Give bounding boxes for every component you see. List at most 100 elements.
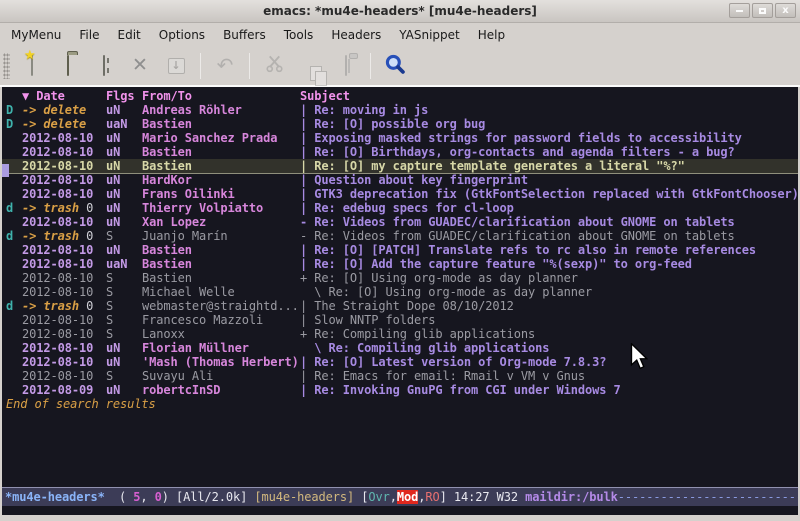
flags-cell: uN [106, 355, 142, 369]
message-date: 2012-08-10 [22, 327, 93, 341]
from-cell: Francesco Mazzoli [142, 313, 300, 327]
copy-button [293, 50, 327, 82]
from-cell: Andreas Röhler [142, 103, 300, 117]
from-cell: robertcInSD [142, 383, 300, 397]
message-row[interactable]: d-> trash 0Swebmaster@straightd...| The … [2, 299, 798, 313]
menu-item-tools[interactable]: Tools [275, 25, 323, 45]
close-button[interactable]: ✕ [123, 50, 157, 82]
from-cell: Juanjo Marín [142, 229, 300, 243]
subject-cell: | Re: [O] my capture template generates … [300, 159, 798, 173]
date-cell: 2012-08-10 [22, 187, 106, 201]
mark-target-suffix: 0 [79, 229, 93, 243]
flags-cell: S [106, 313, 142, 327]
date-cell: 2012-08-10 [22, 271, 106, 285]
titlebar[interactable]: emacs: *mu4e-headers* [mu4e-headers] x [0, 0, 800, 23]
new-file-button[interactable]: ★ [15, 50, 49, 82]
subject-cell: \ Re: Compiling glib applications [300, 341, 798, 355]
message-row[interactable]: d-> trash 0uNThierry Volpiatto| Re: edeb… [2, 201, 798, 215]
message-row[interactable]: 2012-08-10uN'Mash (Thomas Herbert)| Re: … [2, 355, 798, 369]
menu-item-help[interactable]: Help [469, 25, 514, 45]
date-cell: 2012-08-10 [22, 285, 106, 299]
message-row[interactable]: 2012-08-10SSuvayu Ali| Re: Emacs for ema… [2, 369, 798, 383]
message-row[interactable]: 2012-08-10uaNBastien| Re: [O] Add the ca… [2, 257, 798, 271]
mu4e-headers-buffer[interactable]: ▼ Date Flgs From/To Subject D-> deleteuN… [2, 87, 798, 515]
message-row[interactable]: 2012-08-10 uNBastien| Re: [O] [PATCH] Tra… [2, 243, 798, 257]
subject-column-header: Subject [300, 89, 798, 103]
message-row[interactable]: 2012-08-10uNFlorian Müllner \ Re: Compil… [2, 341, 798, 355]
modeline-segment-plain: ) [All/2.0k] [162, 490, 255, 504]
message-row[interactable]: 2012-08-10uNXan Lopez- Re: Videos from G… [2, 215, 798, 229]
maximize-button[interactable] [752, 3, 773, 18]
subject-cell: + Re: Compiling glib applications [300, 327, 798, 341]
message-date: 2012-08-10 [22, 145, 93, 159]
flags-cell: uN [106, 173, 142, 187]
message-row[interactable]: D-> deleteuaNBastien| Re: [O] possible o… [2, 117, 798, 131]
message-row[interactable]: 2012-08-10SFrancesco Mazzoli| Slow NNTP … [2, 313, 798, 327]
minimize-button[interactable] [729, 3, 750, 18]
message-row[interactable]: 2012-08-09uNrobertcInSD| Re: Invoking Gn… [2, 383, 798, 397]
menu-item-options[interactable]: Options [150, 25, 214, 45]
open-folder-button[interactable] [51, 50, 85, 82]
subject-cell: | Re: edebug specs for cl-loop [300, 201, 798, 215]
mark-target-suffix: 0 [79, 201, 93, 215]
menu-item-buffers[interactable]: Buffers [214, 25, 275, 45]
menu-item-yasnippet[interactable]: YASnippet [390, 25, 469, 45]
echo-area[interactable] [2, 506, 798, 515]
subject-cell: | Re: [O] [PATCH] Translate refs to rc a… [300, 243, 798, 257]
modeline-segment-plain: , [390, 490, 397, 504]
date-cell: 2012-08-10 [22, 145, 106, 159]
subject-cell: | Re: Emacs for email: Rmail v VM v Gnus [300, 369, 798, 383]
message-date: 2012-08-10 [22, 257, 93, 271]
message-row[interactable]: 2012-08-10uNBastien| Re: [O] my capture … [2, 159, 798, 173]
from-cell: Frans Oilinki [142, 187, 300, 201]
toolbar-drag-handle[interactable] [3, 53, 10, 79]
message-date: 2012-08-10 [22, 341, 93, 355]
menu-item-file[interactable]: File [70, 25, 108, 45]
message-row[interactable]: 2012-08-10SMichael Welle \ Re: [O] Using… [2, 285, 798, 299]
subject-cell: | Exposing masked strings for password f… [300, 131, 798, 145]
flags-cell: uN [106, 243, 142, 257]
end-of-results: End of search results [2, 397, 798, 411]
message-row[interactable]: 2012-08-10uNMario Sanchez Prada| Exposin… [2, 131, 798, 145]
message-date: 2012-08-10 [22, 243, 93, 257]
from-cell: Lanoxx [142, 327, 300, 341]
menu-item-mymenu[interactable]: MyMenu [2, 25, 70, 45]
from-cell: Bastien [142, 243, 300, 257]
message-row[interactable]: 2012-08-10uNFrans Oilinki| GTK3 deprecat… [2, 187, 798, 201]
date-cell: 2012-08-10 [22, 173, 106, 187]
date-cell: -> trash 0 [22, 201, 106, 215]
minimize-icon [736, 10, 743, 12]
message-row[interactable]: 2012-08-10uNHardKor| Question about key … [2, 173, 798, 187]
message-date: 2012-08-10 [22, 173, 93, 187]
from-cell: Bastien [142, 257, 300, 271]
save-button[interactable] [87, 50, 121, 82]
mark-char [6, 215, 22, 229]
subject-cell: | Re: Invoking GnuPG from CGI under Wind… [300, 383, 798, 397]
search-icon [384, 53, 406, 79]
menu-item-edit[interactable]: Edit [109, 25, 150, 45]
message-date: 2012-08-10 [22, 131, 93, 145]
search-button[interactable] [378, 50, 412, 82]
mark-char [6, 383, 22, 397]
subject-cell: | Slow NNTP folders [300, 313, 798, 327]
flags-cell: uN [106, 341, 142, 355]
menu-item-headers[interactable]: Headers [322, 25, 390, 45]
message-row[interactable]: 2012-08-10uNBastien| Re: [O] Birthdays, … [2, 145, 798, 159]
flags-cell: uN [106, 187, 142, 201]
message-row[interactable]: D-> deleteuNAndreas Röhler| Re: moving i… [2, 103, 798, 117]
mark-char [6, 327, 22, 341]
flags-cell: uaN [106, 117, 142, 131]
menu-bar: MyMenuFileEditOptionsBuffersToolsHeaders… [0, 23, 800, 46]
close-button[interactable]: x [775, 3, 796, 18]
modeline-segment-buffer: *mu4e-headers* [5, 490, 105, 504]
message-row[interactable]: 2012-08-10SLanoxx+ Re: Compiling glib ap… [2, 327, 798, 341]
date-cell: 2012-08-10 [22, 131, 106, 145]
message-row[interactable]: 2012-08-10SBastien+ Re: [O] Using org-mo… [2, 271, 798, 285]
modeline-segment-modflag: Mod [397, 490, 418, 504]
modeline-segment-plain: ( [105, 490, 134, 504]
message-row[interactable]: d-> trash 0SJuanjo Marín- Re: Videos fro… [2, 229, 798, 243]
flags-column-header: Flgs [106, 89, 142, 103]
toolbar-separator [249, 53, 250, 79]
from-column-header: From/To [142, 89, 300, 103]
mode-line[interactable]: *mu4e-headers* ( 5, 0) [All/2.0k] [mu4e-… [2, 487, 798, 506]
